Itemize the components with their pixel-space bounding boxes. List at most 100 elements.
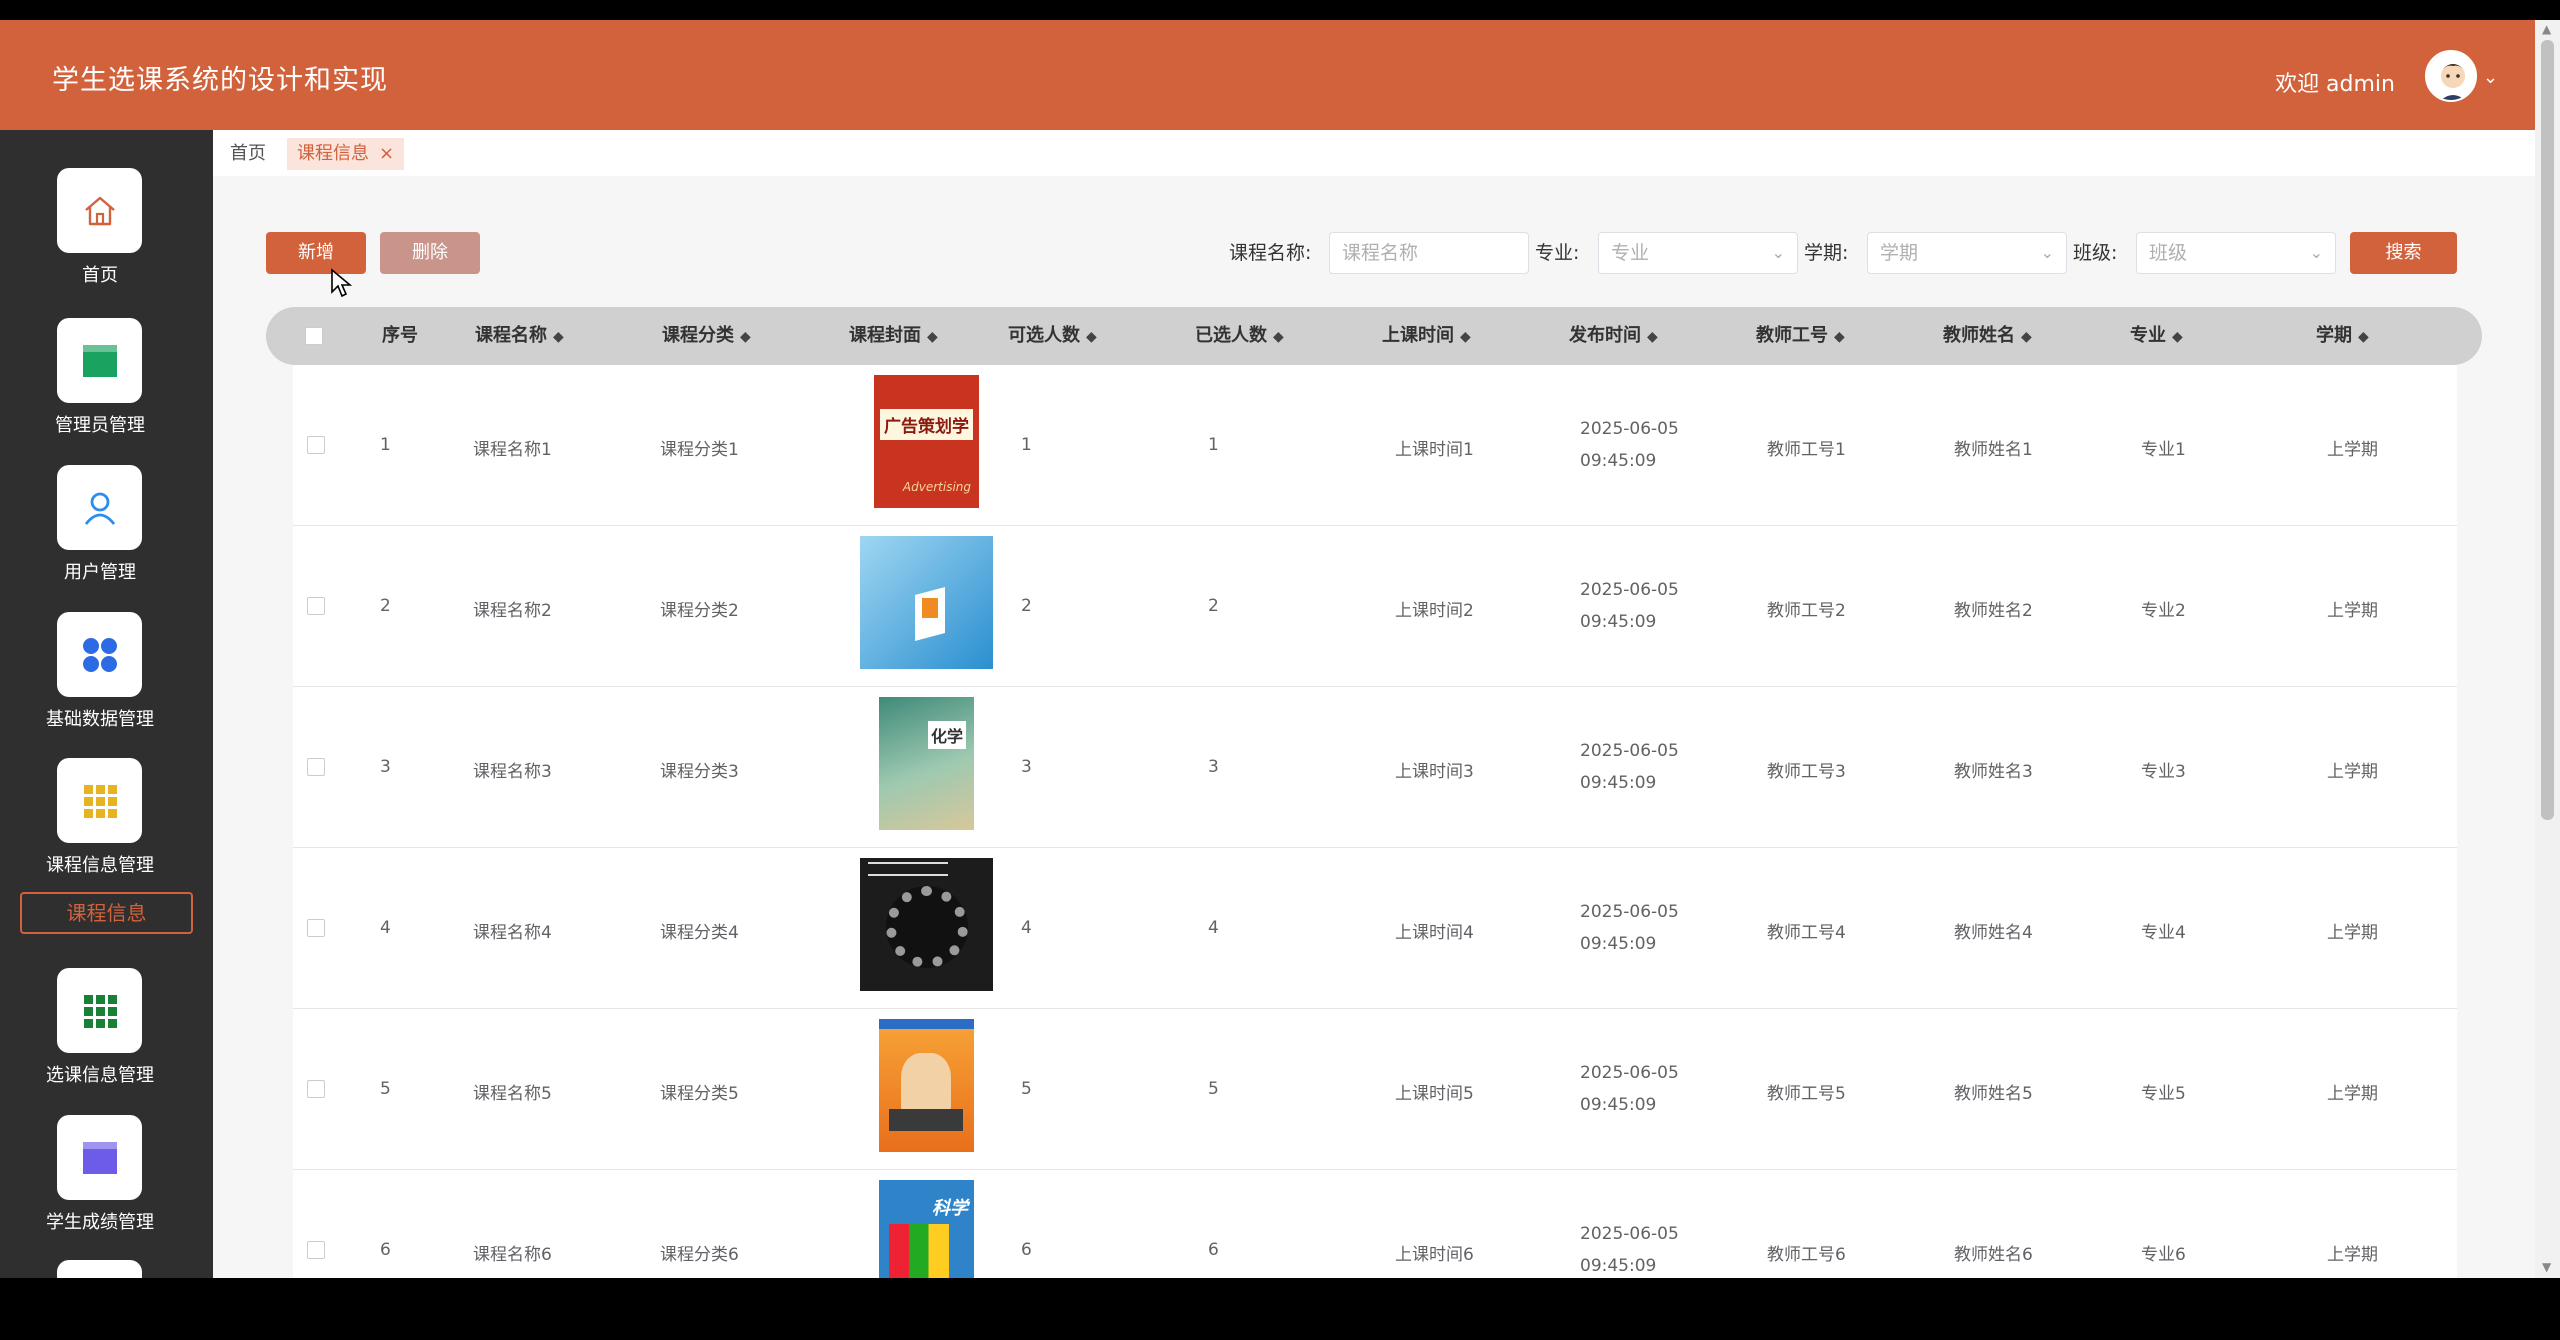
search-button[interactable]: 搜索 <box>2350 232 2457 274</box>
sort-icon[interactable]: ◆ <box>553 329 564 345</box>
course-name-input[interactable]: 课程名称 <box>1329 232 1529 274</box>
close-icon[interactable]: × <box>379 143 394 164</box>
tab-course-info[interactable]: 课程信息 × <box>287 138 405 170</box>
row-checkbox[interactable] <box>307 597 325 615</box>
major-select-value: 专业 <box>1611 242 1650 264</box>
sidebar-subitem-course-info[interactable]: 课程信息 <box>20 892 193 934</box>
column-header[interactable]: 课程分类 ◆ <box>662 307 751 365</box>
scroll-up-icon[interactable]: ▲ <box>2542 22 2551 36</box>
sort-icon[interactable]: ◆ <box>2358 329 2369 345</box>
sort-icon[interactable]: ◆ <box>927 329 938 345</box>
sidebar-item-selection-info[interactable]: 选课信息管理 <box>0 968 213 1108</box>
page-scrollbar[interactable]: ▲ ▼ <box>2535 20 2560 1278</box>
tab-label: 课程信息 <box>297 143 369 164</box>
column-header[interactable]: 已选人数 ◆ <box>1195 307 1284 365</box>
cell-class-time: 上课时间2 <box>1395 601 1474 621</box>
cell-category: 课程分类2 <box>660 601 739 621</box>
cell-capacity: 5 <box>1021 1079 1032 1099</box>
sidebar: 首页 管理员管理 用户管理 基础数据管理 课程信息管理 课程信息 选课信息管理 … <box>0 130 213 1278</box>
cell-major: 专业4 <box>2141 923 2186 943</box>
sort-icon[interactable]: ◆ <box>1273 329 1284 345</box>
cell-major: 专业1 <box>2141 440 2186 460</box>
cell-published: 2025-06-05 09:45:09 <box>1580 1063 1679 1115</box>
class-select[interactable]: 班级 ⌄ <box>2136 232 2336 274</box>
sidebar-item-more[interactable] <box>0 1260 213 1278</box>
cell-capacity: 2 <box>1021 596 1032 616</box>
sidebar-item-label: 基础数据管理 <box>46 709 154 730</box>
cell-class-time: 上课时间4 <box>1395 923 1474 943</box>
sidebar-item-course-info[interactable]: 课程信息管理 <box>0 758 213 898</box>
cell-selected: 5 <box>1208 1079 1219 1099</box>
scroll-down-icon[interactable]: ▼ <box>2542 1260 2551 1274</box>
table-row[interactable]: 1 课程名称1 课程分类1 广告策划学 Advertising 1 1 上课时间… <box>293 365 2457 526</box>
cell-capacity: 4 <box>1021 918 1032 938</box>
sort-icon[interactable]: ◆ <box>1647 329 1658 345</box>
column-header-label: 上课时间 <box>1382 325 1454 346</box>
cell-selected: 1 <box>1208 435 1219 455</box>
column-header[interactable]: 教师工号 ◆ <box>1756 307 1845 365</box>
grid-icon <box>57 758 142 843</box>
sort-icon[interactable]: ◆ <box>1460 329 1471 345</box>
class-select-value: 班级 <box>2149 242 2188 264</box>
grid-icon <box>57 968 142 1053</box>
sidebar-item-basic-data[interactable]: 基础数据管理 <box>0 612 213 752</box>
sort-icon[interactable]: ◆ <box>740 329 751 345</box>
sort-icon[interactable]: ◆ <box>1086 329 1097 345</box>
cell-term: 上学期 <box>2327 601 2378 621</box>
cell-teacher: 教师姓名4 <box>1954 923 2033 943</box>
column-header-label: 已选人数 <box>1195 325 1267 346</box>
sort-icon[interactable]: ◆ <box>1834 329 1845 345</box>
sidebar-item-users[interactable]: 用户管理 <box>0 465 213 605</box>
term-label: 学期: <box>1804 242 1849 264</box>
select-all-checkbox[interactable] <box>305 327 323 345</box>
column-header[interactable]: 课程名称 ◆ <box>475 307 564 365</box>
delete-button[interactable]: 删除 <box>380 232 480 274</box>
column-header[interactable]: 可选人数 ◆ <box>1008 307 1097 365</box>
column-header-label: 发布时间 <box>1569 325 1641 346</box>
cell-class-time: 上课时间6 <box>1395 1245 1474 1265</box>
sidebar-item-label: 学生成绩管理 <box>46 1212 154 1233</box>
column-header-label: 专业 <box>2130 325 2166 346</box>
column-header[interactable]: 专业 ◆ <box>2130 307 2183 365</box>
row-checkbox[interactable] <box>307 758 325 776</box>
table-row[interactable]: 5 课程名称5 课程分类5 5 5 上课时间5 2025-06-05 09:45… <box>293 1009 2457 1170</box>
avatar[interactable] <box>2425 50 2477 102</box>
term-select[interactable]: 学期 ⌄ <box>1867 232 2067 274</box>
cell-id: 5 <box>380 1079 391 1099</box>
cell-major: 专业2 <box>2141 601 2186 621</box>
sort-icon[interactable]: ◆ <box>2172 329 2183 345</box>
table-row[interactable]: 3 课程名称3 课程分类3 化学 3 3 上课时间3 2025-06-05 09… <box>293 687 2457 848</box>
column-header[interactable]: 发布时间 ◆ <box>1569 307 1658 365</box>
column-header[interactable]: 教师姓名 ◆ <box>1943 307 2032 365</box>
row-checkbox[interactable] <box>307 1080 325 1098</box>
table-row[interactable]: 6 课程名称6 课程分类6 科学 6 6 上课时间6 2025-06-05 09… <box>293 1170 2457 1278</box>
cell-category: 课程分类5 <box>660 1084 739 1104</box>
column-header[interactable]: 课程封面 ◆ <box>849 307 938 365</box>
cell-teacher-no: 教师工号1 <box>1767 440 1846 460</box>
sidebar-item-admin[interactable]: 管理员管理 <box>0 318 213 458</box>
table-row[interactable]: 2 课程名称2 课程分类2 2 2 上课时间2 2025-06-05 09:45… <box>293 526 2457 687</box>
row-checkbox[interactable] <box>307 919 325 937</box>
cell-capacity: 6 <box>1021 1240 1032 1260</box>
main-content: 首页 课程信息 × 新增 删除 课程名称: 课程名称 专业: 专业 ⌄ 学期: 学期… <box>213 130 2535 1278</box>
chevron-down-icon[interactable]: ⌄ <box>2483 67 2498 88</box>
sidebar-item-home[interactable]: 首页 <box>0 168 213 308</box>
row-checkbox[interactable] <box>307 436 325 454</box>
column-header[interactable]: 上课时间 ◆ <box>1382 307 1471 365</box>
column-header[interactable]: 学期 ◆ <box>2316 307 2369 365</box>
cell-name: 课程名称6 <box>473 1245 552 1265</box>
cell-term: 上学期 <box>2327 1245 2378 1265</box>
sidebar-item-grades[interactable]: 学生成绩管理 <box>0 1115 213 1255</box>
tab-home[interactable]: 首页 <box>220 138 276 170</box>
table-row[interactable]: 4 课程名称4 课程分类4 4 4 上课时间4 2025-06-05 09:45… <box>293 848 2457 1009</box>
cell-selected: 4 <box>1208 918 1219 938</box>
major-select[interactable]: 专业 ⌄ <box>1598 232 1798 274</box>
scrollbar-thumb[interactable] <box>2541 40 2554 820</box>
column-header-label: 教师姓名 <box>1943 325 2015 346</box>
sidebar-item-label: 用户管理 <box>64 562 136 583</box>
sort-icon[interactable]: ◆ <box>2021 329 2032 345</box>
cell-selected: 3 <box>1208 757 1219 777</box>
column-header-label: 课程名称 <box>475 325 547 346</box>
column-header-label: 课程分类 <box>662 325 734 346</box>
row-checkbox[interactable] <box>307 1241 325 1259</box>
